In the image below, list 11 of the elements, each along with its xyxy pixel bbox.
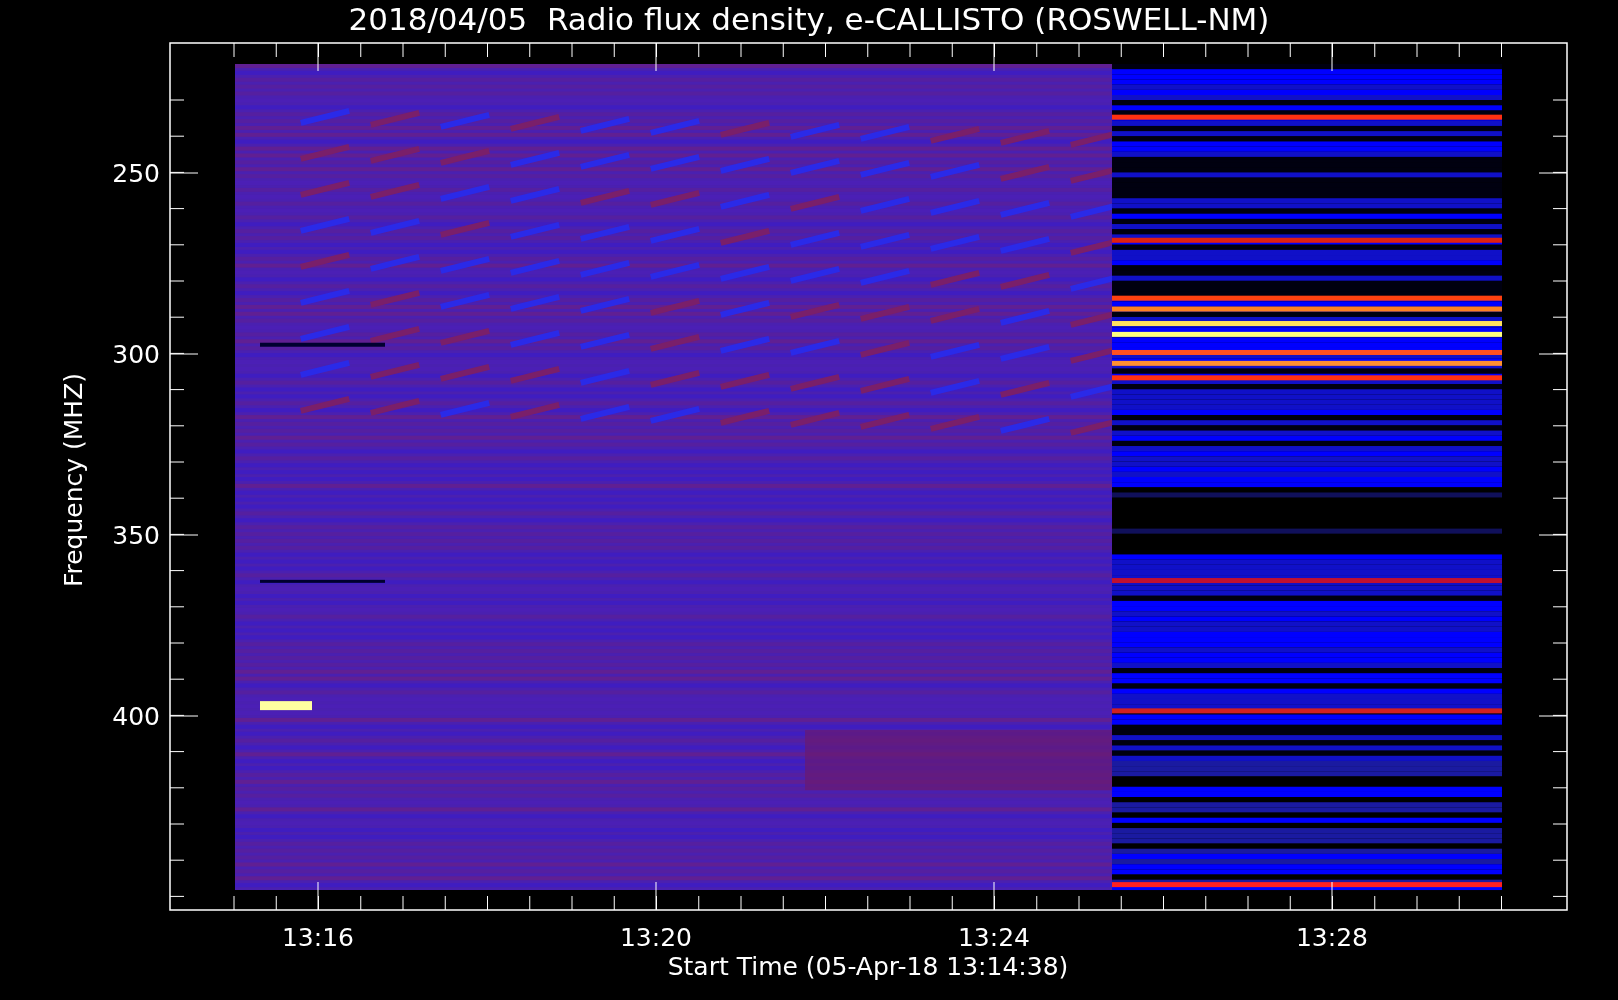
y-tick-label: 350 [112,521,160,550]
y-tick-label: 300 [112,340,160,369]
x-tick-label: 13:28 [1296,923,1368,952]
y-axis-label: Frequency (MHZ) [59,372,88,588]
x-axis-label: Start Time (05-Apr-18 13:14:38) [667,952,1069,981]
plot-title: 2018/04/05 Radio flux density, e-CALLISTO (ROSWELL-NM) [348,1,1270,37]
y-tick-label: 400 [112,702,160,731]
y-tick-label: 250 [112,159,160,188]
x-tick-label: 13:20 [620,923,692,952]
x-tick-label: 13:16 [282,923,354,952]
x-tick-label: 13:24 [958,923,1030,952]
